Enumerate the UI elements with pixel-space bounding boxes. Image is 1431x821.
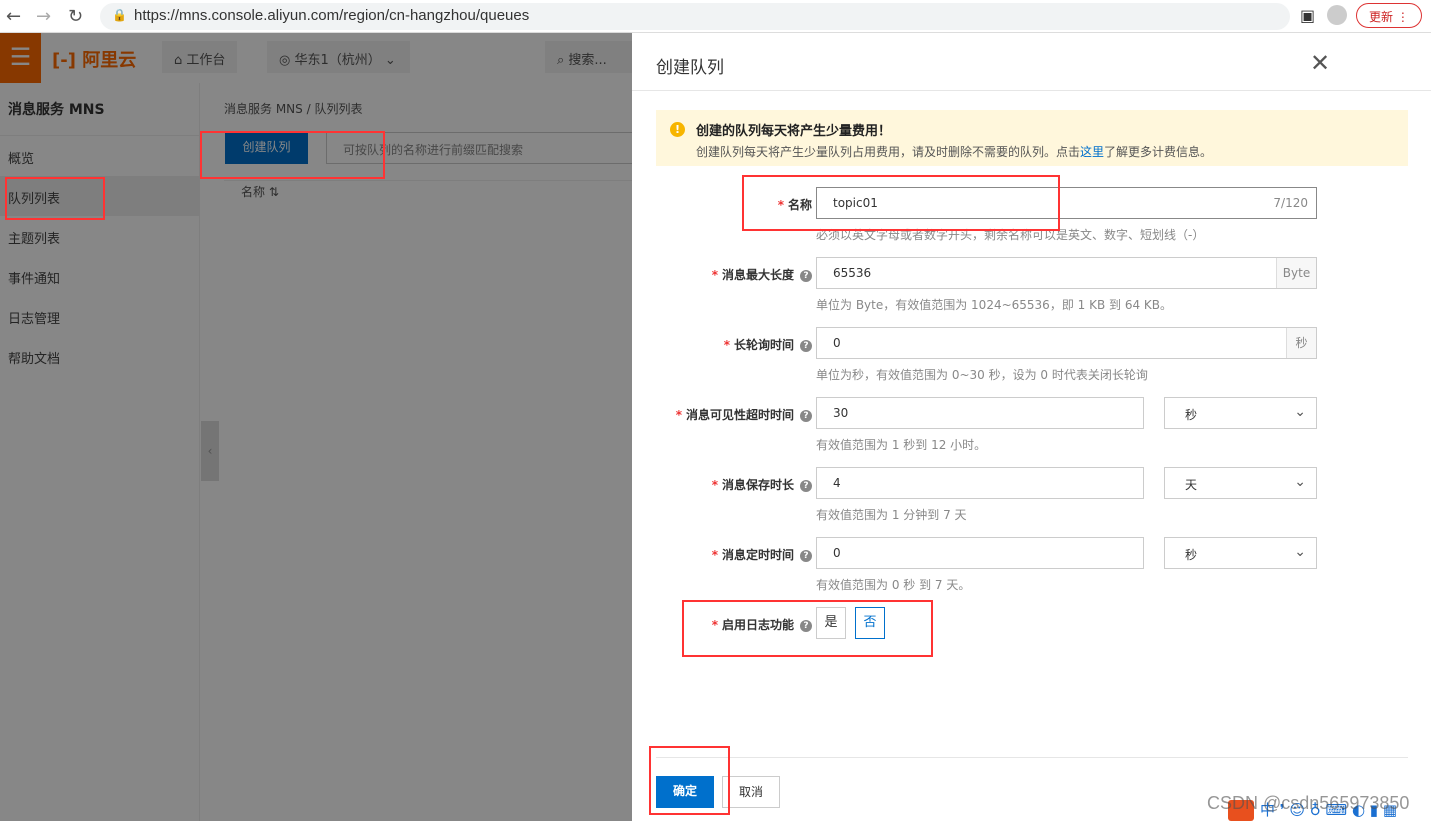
poll-label: * 长轮询时间? (632, 336, 812, 353)
watermark: CSDN @csdn565973850 (1207, 793, 1410, 813)
help-icon[interactable]: ? (800, 410, 812, 422)
delay-help: 有效值范围为 0 秒 到 7 天。 (816, 578, 971, 592)
max-length-help: 单位为 Byte，有效值范围为 1024~65536，即 1 KB 到 64 K… (816, 298, 1172, 312)
retention-label: * 消息保存时长? (632, 476, 812, 493)
poll-help: 单位为秒，有效值范围为 0~30 秒，设为 0 时代表关闭长轮询 (816, 368, 1148, 382)
profile-avatar[interactable] (1327, 5, 1347, 25)
annotation-box (5, 177, 105, 220)
update-button[interactable]: 更新 ⋮ (1356, 3, 1422, 28)
unit-addon: Byte (1276, 258, 1316, 288)
forward-icon[interactable]: → (36, 6, 51, 27)
browser-toolbar: ← → ↻ 🔒 https://mns.console.aliyun.com/re… (0, 0, 1431, 33)
create-queue-drawer: 创建队列 ✕ ! 创建的队列每天将产生少量费用！ 创建队列每天将产生少量队列占用… (632, 33, 1431, 821)
help-icon[interactable]: ? (800, 270, 812, 282)
address-bar[interactable]: 🔒 https://mns.console.aliyun.com/region/c… (100, 3, 1290, 30)
update-label: 更新 (1369, 10, 1394, 24)
cancel-button[interactable]: 取消 (722, 776, 780, 808)
delay-input[interactable]: 0 (816, 537, 1144, 569)
url-text: https://mns.console.aliyun.com/region/cn… (134, 7, 530, 24)
annotation-box (649, 746, 730, 815)
chevron-down-icon: ⌄ (1294, 404, 1306, 420)
reload-icon[interactable]: ↻ (68, 6, 83, 27)
retention-help: 有效值范围为 1 分钟到 7 天 (816, 508, 967, 522)
lock-icon: 🔒 (112, 8, 127, 22)
visibility-unit-select[interactable]: 秒 ⌄ (1164, 397, 1317, 429)
visibility-input[interactable]: 30 (816, 397, 1144, 429)
visibility-help: 有效值范围为 1 秒到 12 小时。 (816, 438, 987, 452)
annotation-box (200, 131, 385, 179)
fee-alert: ! 创建的队列每天将产生少量费用！ 创建队列每天将产生少量队列占用费用，请及时删… (656, 110, 1408, 166)
visibility-label: * 消息可见性超时时间? (632, 406, 812, 423)
divider (656, 757, 1408, 758)
help-icon[interactable]: ? (800, 340, 812, 352)
unit-addon: 秒 (1286, 328, 1316, 358)
alert-text: 创建队列每天将产生少量队列占用费用，请及时删除不需要的队列。点击这里了解更多计费… (696, 145, 1213, 159)
sidepanel-icon[interactable]: ▣ (1300, 6, 1315, 25)
warning-icon: ! (670, 122, 685, 137)
pricing-link[interactable]: 这里 (1080, 145, 1104, 159)
back-icon[interactable]: ← (6, 6, 21, 27)
divider (632, 90, 1431, 91)
alert-title: 创建的队列每天将产生少量费用！ (696, 124, 892, 139)
poll-input[interactable]: 0秒 (816, 327, 1317, 359)
max-length-input[interactable]: 65536 Byte (816, 257, 1317, 289)
annotation-box (742, 175, 1060, 231)
retention-input[interactable]: 4 (816, 467, 1144, 499)
delay-unit-select[interactable]: 秒 ⌄ (1164, 537, 1317, 569)
char-counter: 7/120 (1273, 196, 1308, 210)
retention-unit-select[interactable]: 天 ⌄ (1164, 467, 1317, 499)
annotation-box (682, 600, 933, 657)
delay-label: * 消息定时时间? (632, 546, 812, 563)
chevron-down-icon: ⌄ (1294, 544, 1306, 560)
drawer-title: 创建队列 (656, 58, 724, 78)
close-icon[interactable]: ✕ (1310, 49, 1330, 77)
help-icon[interactable]: ? (800, 550, 812, 562)
chevron-down-icon: ⌄ (1294, 474, 1306, 490)
help-icon[interactable]: ? (800, 480, 812, 492)
max-length-label: * 消息最大长度? (632, 266, 812, 283)
